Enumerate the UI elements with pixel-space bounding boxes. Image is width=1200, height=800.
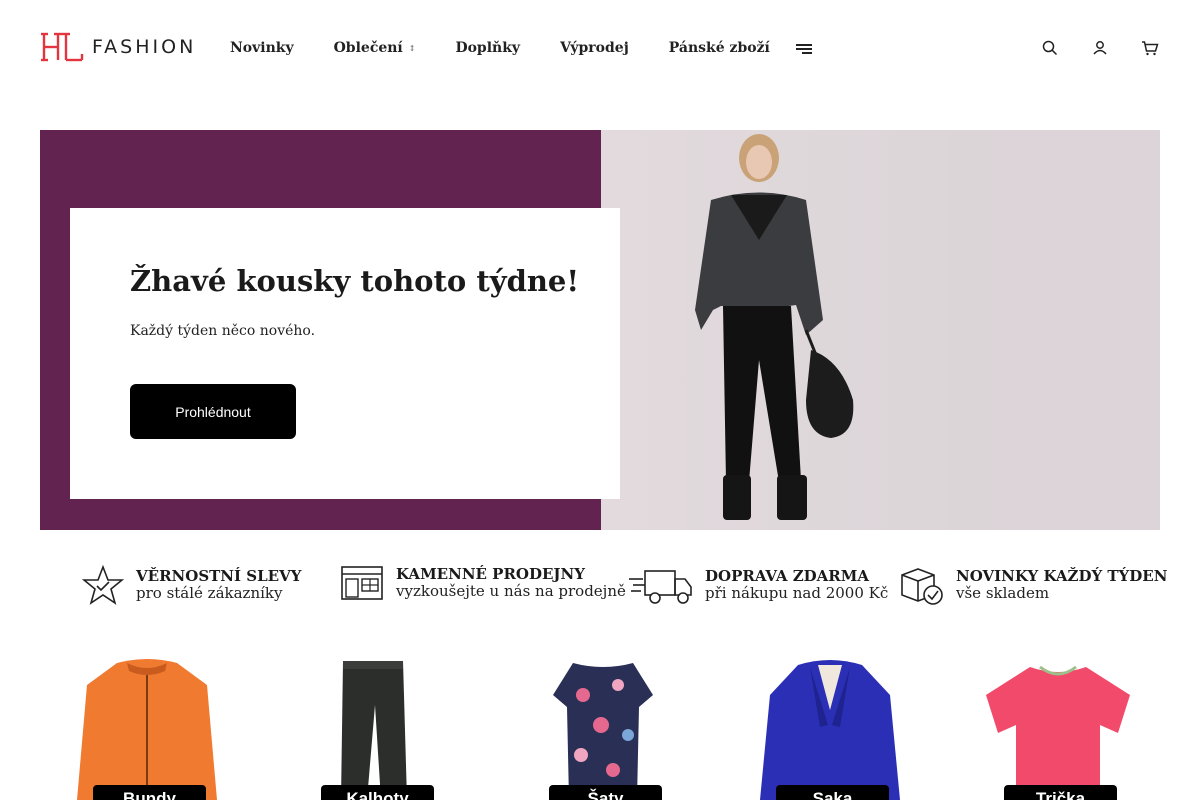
feature-subtitle: pro stálé zákazníky xyxy=(136,584,283,602)
category-label: Trička xyxy=(1004,785,1117,800)
package-check-icon xyxy=(901,568,943,605)
feature-shipping: DOPRAVA ZDARMA při nákupu nad 2000 Kč xyxy=(629,565,888,605)
hero-title: Žhavé kousky tohoto týdne! xyxy=(130,264,580,298)
category-label: Saka xyxy=(776,785,889,800)
jacket-icon xyxy=(77,659,217,800)
feature-subtitle: vyzkoušejte u nás na prodejně xyxy=(396,582,626,600)
feature-loyalty: VĚRNOSTNÍ SLEVY pro stálé zákazníky xyxy=(82,565,301,605)
nav-item-obleceni[interactable]: Oblečení ↕ xyxy=(334,40,416,56)
nav-label: Oblečení xyxy=(333,40,403,56)
feature-title: KAMENNÉ PRODEJNY xyxy=(396,565,585,583)
nav-item-doplnky[interactable]: Doplňky xyxy=(455,40,520,56)
hero-image xyxy=(601,130,1160,530)
feature-title: DOPRAVA ZDARMA xyxy=(705,567,870,585)
star-check-icon xyxy=(82,565,124,605)
feature-subtitle: při nákupu nad 2000 Kč xyxy=(705,584,889,602)
nav-label: Novinky xyxy=(230,40,294,56)
model-photo-icon xyxy=(695,130,1160,530)
hero-card: Žhavé kousky tohoto týdne! Každý týden n… xyxy=(70,208,620,499)
dress-icon xyxy=(553,663,653,800)
feature-subtitle: vše skladem xyxy=(956,584,1050,602)
category-grid: Bundy Kalhoty Šaty Saka Trička xyxy=(0,655,1200,800)
logo-mark-icon xyxy=(41,32,84,62)
delivery-truck-icon xyxy=(629,570,692,604)
browse-button[interactable]: Prohlédnout xyxy=(130,384,296,439)
trousers-icon xyxy=(341,661,407,800)
menu-icon[interactable] xyxy=(796,44,814,56)
feature-news: NOVINKY KAŽDÝ TÝDEN vše skladem xyxy=(898,565,1167,605)
user-icon[interactable] xyxy=(1090,38,1110,58)
tshirt-icon xyxy=(986,665,1130,800)
cart-icon[interactable] xyxy=(1140,38,1160,58)
site-header: FASHION Novinky Oblečení ↕ Doplňky Výprod… xyxy=(0,0,1200,100)
feature-title: NOVINKY KAŽDÝ TÝDEN xyxy=(956,567,1168,585)
chevron-down-icon: ↕ xyxy=(408,43,416,53)
category-label: Šaty xyxy=(549,785,662,800)
nav-label: Výprodej xyxy=(560,40,629,56)
nav-label: Doplňky xyxy=(455,40,521,56)
header-icons xyxy=(1040,38,1160,58)
nav-item-panske-zbozi[interactable]: Pánské zboží xyxy=(669,40,770,56)
category-label: Kalhoty xyxy=(321,785,434,800)
search-icon[interactable] xyxy=(1040,38,1060,58)
feature-stores: KAMENNÉ PRODEJNY vyzkoušejte u nás na pr… xyxy=(340,565,626,601)
category-blazers[interactable]: Saka xyxy=(740,655,920,800)
logo-text: FASHION xyxy=(92,36,197,58)
blazer-icon xyxy=(760,660,900,800)
category-label: Bundy xyxy=(93,785,206,800)
nav-item-vyprodej[interactable]: Výprodej xyxy=(560,40,629,56)
nav-item-novinky[interactable]: Novinky xyxy=(230,40,294,56)
hero-banner: Žhavé kousky tohoto týdne! Každý týden n… xyxy=(40,130,1160,530)
category-tshirts[interactable]: Trička xyxy=(968,655,1148,800)
hero-subtitle: Každý týden něco nového. xyxy=(130,323,316,339)
category-dresses[interactable]: Šaty xyxy=(513,655,693,800)
brand-logo[interactable]: FASHION xyxy=(40,32,196,62)
feature-title: VĚRNOSTNÍ SLEVY xyxy=(136,567,302,585)
nav-label: Pánské zboží xyxy=(668,40,770,56)
category-trousers[interactable]: Kalhoty xyxy=(285,655,465,800)
feature-strip: VĚRNOSTNÍ SLEVY pro stálé zákazníky KAME… xyxy=(0,565,1200,615)
store-icon xyxy=(341,566,383,600)
category-jackets[interactable]: Bundy xyxy=(57,655,237,800)
main-nav: Novinky Oblečení ↕ Doplňky Výprodej Pánsk… xyxy=(230,40,810,56)
